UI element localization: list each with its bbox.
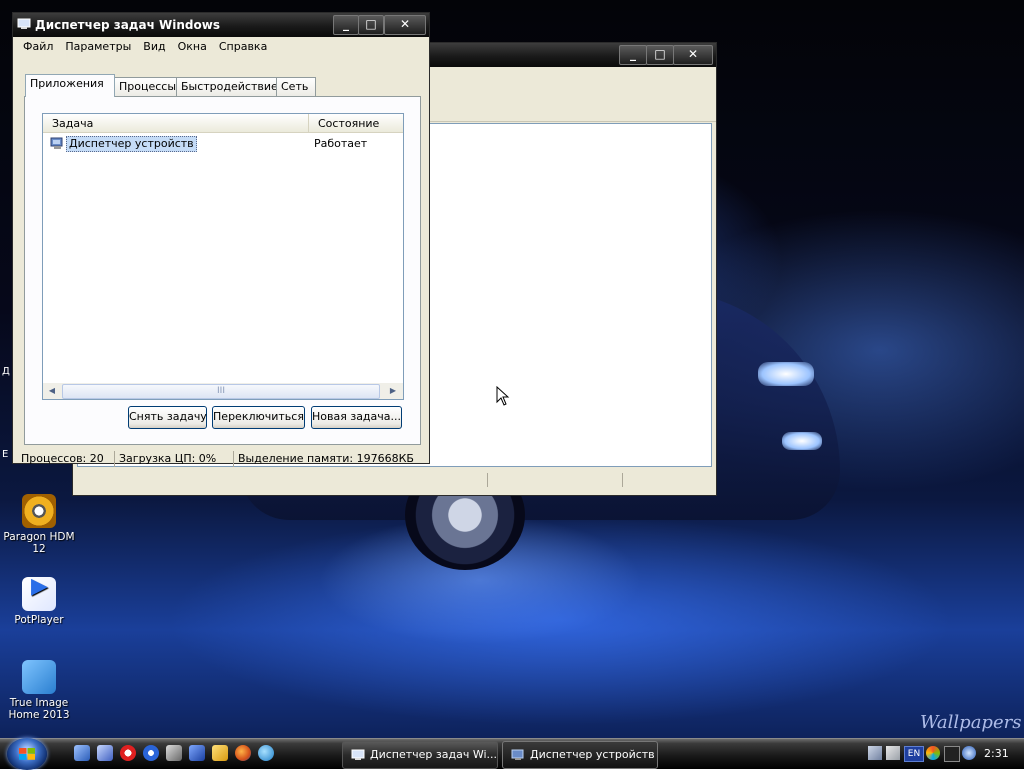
status-memory: Выделение памяти: 197668КБ / 6 [233,451,416,467]
clock: 2:31 [984,747,1009,760]
desktop-edge-char-2: Е [2,449,9,460]
wallpaper-watermark: Wallpapers [920,712,1022,733]
display-tray-icon[interactable] [886,746,900,760]
show-desktop-icon[interactable] [74,745,90,761]
wallpaper-headlight [758,362,814,386]
folder-icon[interactable] [212,745,228,761]
close-button[interactable]: ✕ [673,45,713,65]
globe-icon[interactable] [258,745,274,761]
device-manager-icon [511,749,524,760]
table-row[interactable]: Диспетчер устройств Работает [48,136,398,152]
device-manager-icon [50,137,63,149]
language-indicator[interactable]: EN [904,746,924,762]
taskbar-button-label: Диспетчер устройств [530,748,655,761]
scroll-right-icon[interactable]: ▶ [385,383,401,399]
scroll-thumb[interactable]: III [62,384,380,399]
menu-help[interactable]: Справка [213,39,273,55]
menu-bar: Файл Параметры Вид Окна Справка [17,39,273,57]
desktop-icon-label: True Image Home 2013 [8,697,70,721]
menu-file[interactable]: Файл [17,39,59,55]
menu-options[interactable]: Параметры [59,39,137,55]
task-manager-window[interactable]: Диспетчер задач Windows _ □ ✕ Файл Параме… [12,12,430,467]
windows-logo-icon [19,748,35,760]
save-icon[interactable] [189,745,205,761]
opera-icon[interactable] [120,745,136,761]
desktop-icon-true-image[interactable]: True Image Home 2013 [3,660,75,721]
menu-windows[interactable]: Окна [172,39,213,55]
status-bar: Процессов: 20 Загрузка ЦП: 0% Выделение … [17,450,427,468]
switch-windows-icon[interactable] [97,745,113,761]
task-state: Работает [314,137,368,150]
desktop-icon-label: PotPlayer [14,614,64,626]
mouse-cursor-icon [496,386,510,406]
monitor-tray-icon[interactable] [944,746,960,762]
menu-view[interactable]: Вид [137,39,171,55]
firefox-icon[interactable] [235,745,251,761]
desktop-edge-char-1: Д [2,366,10,377]
start-button[interactable] [7,738,47,770]
desktop-icon-label: Paragon HDM 12 [3,531,75,555]
wallpaper-foglight [782,432,822,450]
media-icon[interactable] [143,745,159,761]
new-task-button[interactable]: Новая задача... [311,406,402,429]
maximize-button[interactable]: □ [646,45,674,65]
tab-performance[interactable]: Быстродействие [176,77,278,96]
taskbar: Диспетчер задач Wi... Диспетчер устройст… [0,738,1024,770]
close-button[interactable]: ✕ [384,15,426,35]
column-header-state[interactable]: Состояние [309,114,403,133]
taskbar-button-label: Диспетчер задач Wi... [370,748,498,761]
taskbar-button-task-manager[interactable]: Диспетчер задач Wi... [342,741,498,769]
switch-to-button[interactable]: Переключиться [212,406,305,429]
window-title: Диспетчер задач Windows [35,18,220,32]
system-tray: EN 2:31 [862,739,1024,769]
taskbar-button-device-manager[interactable]: Диспетчер устройств [502,741,658,769]
task-manager-icon [17,18,31,29]
status-processes: Процессов: 20 [21,452,104,465]
device-manager-statusbar [77,471,710,489]
color-tray-icon[interactable] [926,746,940,760]
status-cpu: Загрузка ЦП: 0% [114,451,231,467]
task-list[interactable]: Задача Состояние Диспетчер устройств Раб… [42,113,404,400]
end-task-button[interactable]: Снять задачу [128,406,207,429]
task-manager-titlebar[interactable]: Диспетчер задач Windows _ □ ✕ [13,13,429,37]
minimize-button[interactable]: _ [619,45,647,65]
desktop-icon-potplayer[interactable]: PotPlayer [3,577,75,626]
desktop-icon-paragon[interactable]: Paragon HDM 12 [3,494,75,555]
horizontal-scrollbar[interactable]: ◀ III ▶ [43,383,403,399]
tab-processes[interactable]: Процессы [114,77,178,96]
speaker-tray-icon[interactable] [962,746,976,760]
task-manager-icon [351,749,365,760]
tab-network[interactable]: Сеть [276,77,316,96]
minimize-button[interactable]: _ [333,15,359,35]
true-image-icon [22,660,56,694]
task-name: Диспетчер устройств [66,136,197,152]
network-icon[interactable] [166,745,182,761]
paragon-hdm-icon [22,494,56,528]
column-header-task[interactable]: Задача [43,114,309,133]
scroll-left-icon[interactable]: ◀ [44,383,60,399]
tab-applications[interactable]: Приложения [25,74,115,97]
potplayer-icon [22,577,56,611]
maximize-button[interactable]: □ [358,15,384,35]
network-tray-icon[interactable] [868,746,882,760]
